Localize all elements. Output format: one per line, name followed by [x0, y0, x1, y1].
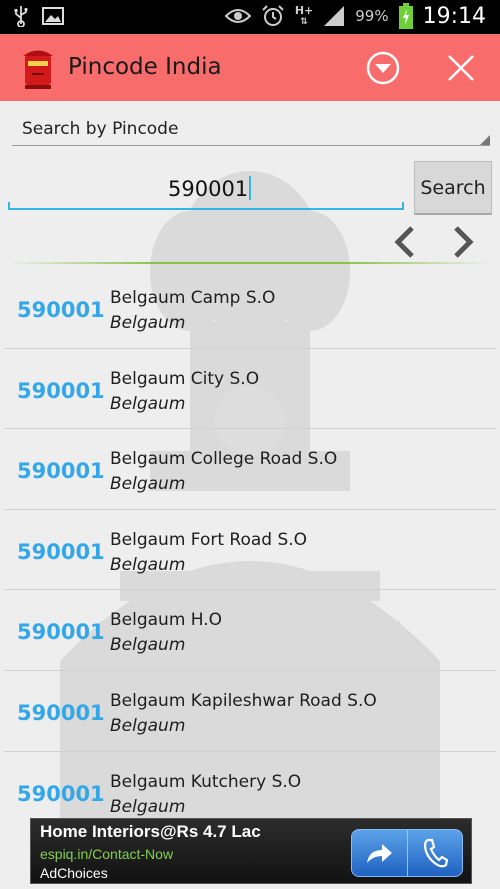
ad-visit-button[interactable]	[352, 830, 407, 876]
list-item[interactable]: 590001 Belgaum Fort Road S.O Belgaum	[4, 510, 496, 591]
status-bar: H+ ⇅ 99% 19:14	[0, 0, 500, 34]
result-office: Belgaum Camp S.O	[110, 288, 276, 308]
pincode-input[interactable]: 590001	[8, 168, 404, 210]
result-pincode: 590001	[17, 539, 105, 564]
ad-url[interactable]: espiq.in/Contact-Now	[40, 846, 173, 862]
result-district: Belgaum	[110, 313, 186, 333]
list-item[interactable]: 590001 Belgaum Kapileshwar Road S.O Belg…	[4, 671, 496, 752]
ad-call-button[interactable]	[406, 830, 463, 876]
result-pincode: 590001	[17, 298, 105, 322]
list-item[interactable]: 590001 Belgaum Camp S.O Belgaum	[4, 268, 496, 349]
input-left-tick	[8, 202, 10, 210]
battery-percent: 99%	[355, 7, 389, 25]
ad-action-buttons	[351, 829, 463, 877]
text-cursor	[249, 176, 252, 200]
post-box-icon	[23, 50, 53, 89]
input-right-tick	[402, 202, 404, 210]
search-button[interactable]: Search	[414, 161, 492, 215]
chevron-right-icon[interactable]	[448, 224, 478, 260]
result-district: Belgaum	[110, 554, 186, 575]
result-office: Belgaum City S.O	[110, 368, 260, 389]
close-icon[interactable]	[444, 51, 478, 85]
chevron-left-icon[interactable]	[390, 224, 420, 260]
result-district: Belgaum	[110, 796, 186, 817]
usb-icon	[14, 6, 28, 27]
share-arrow-icon	[367, 844, 393, 863]
result-district: Belgaum	[110, 393, 186, 414]
ad-choices[interactable]: AdChoices	[40, 865, 108, 881]
search-type-dropdown[interactable]: Search by Pincode	[12, 110, 490, 146]
app-title: Pincode India	[68, 54, 222, 80]
result-list: 590001 Belgaum Camp S.O Belgaum 590001 B…	[0, 268, 500, 832]
clock: 19:14	[422, 3, 486, 29]
result-district: Belgaum	[110, 635, 186, 656]
dropdown-corner-icon	[480, 135, 490, 145]
result-pincode: 590001	[17, 700, 105, 725]
result-pincode: 590001	[17, 620, 105, 645]
result-office: Belgaum Kutchery S.O	[110, 771, 302, 792]
eye-icon	[224, 9, 251, 23]
input-underline	[8, 208, 404, 210]
result-pincode: 590001	[17, 781, 105, 806]
phone-icon	[423, 838, 448, 868]
image-icon	[42, 7, 64, 25]
pincode-input-value: 590001	[168, 176, 252, 201]
result-pincode: 590001	[17, 378, 105, 403]
ad-banner[interactable]: Home Interiors@Rs 4.7 Lac espiq.in/Conta…	[30, 818, 472, 884]
list-item[interactable]: 590001 Belgaum H.O Belgaum	[4, 590, 496, 671]
search-type-label: Search by Pincode	[22, 119, 179, 139]
result-office: Belgaum Fort Road S.O	[110, 529, 308, 550]
signal-icon	[324, 6, 345, 26]
list-item[interactable]: 590001 Belgaum City S.O Belgaum	[4, 349, 496, 430]
result-office: Belgaum H.O	[110, 610, 223, 631]
result-district: Belgaum	[110, 474, 186, 495]
divider	[8, 262, 492, 264]
result-pincode: 590001	[17, 459, 105, 484]
result-office: Belgaum Kapileshwar Road S.O	[110, 690, 377, 711]
alarm-icon	[262, 5, 284, 26]
list-item[interactable]: 590001 Belgaum College Road S.O Belgaum	[4, 429, 496, 510]
battery-icon	[398, 3, 413, 29]
network-type-indicator: H+ ⇅	[294, 3, 314, 27]
result-office: Belgaum College Road S.O	[110, 449, 338, 470]
result-district: Belgaum	[110, 715, 186, 736]
app-header: Pincode India	[0, 34, 500, 101]
dropdown-circle-icon[interactable]	[365, 50, 401, 86]
ad-title[interactable]: Home Interiors@Rs 4.7 Lac	[40, 822, 261, 842]
